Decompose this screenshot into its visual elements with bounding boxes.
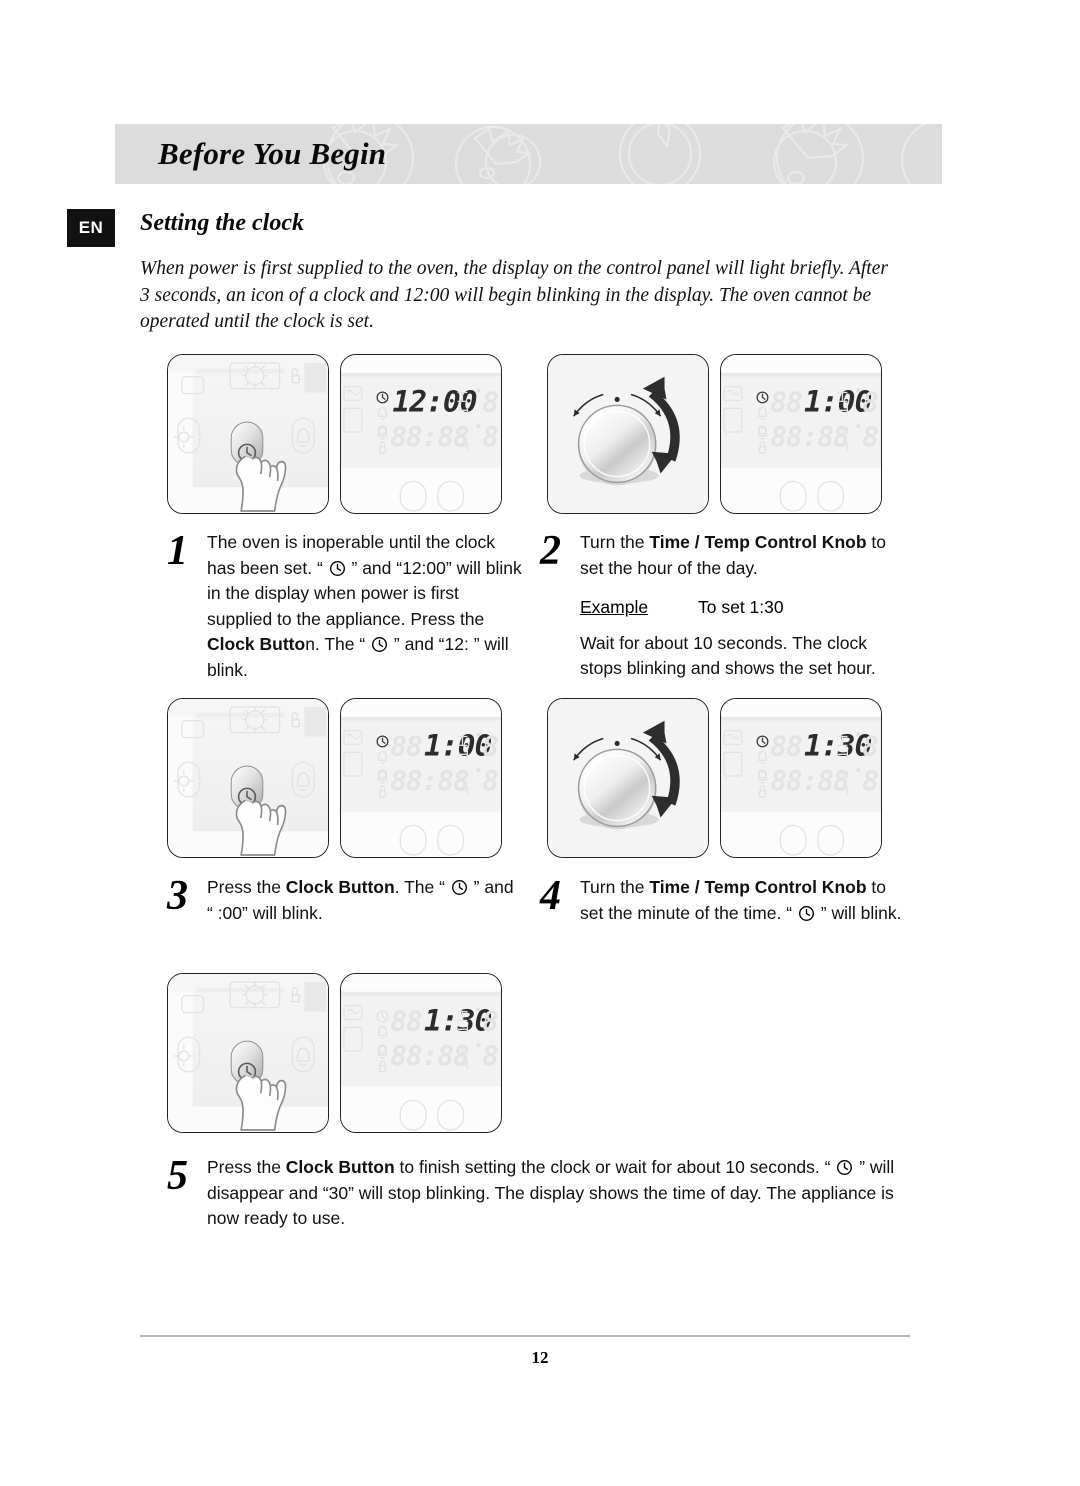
clock-icon	[837, 1160, 853, 1175]
step-4-number: 4	[540, 873, 561, 919]
svg-text:8: 8	[482, 729, 499, 762]
clock-icon	[798, 905, 814, 921]
step-1: 1 The oven is inoperable until the clock…	[167, 530, 522, 683]
svg-text:88:88: 88:88	[390, 764, 469, 797]
illustration-panel-display-4: 88 1:30 88:88 8 8	[720, 698, 882, 858]
svg-text:88: 88	[390, 729, 422, 762]
svg-text:8: 8	[482, 764, 499, 797]
step-3-text: Press the Clock Button. The “ ” and “ :0…	[207, 877, 514, 923]
footer-divider	[140, 1335, 910, 1337]
svg-text:8: 8	[482, 385, 499, 418]
illustration-panel-display-2: 88 1:00 88:88 8 8	[720, 354, 882, 514]
svg-text:8: 8	[862, 764, 879, 797]
clock-icon	[372, 637, 388, 652]
section-title: Setting the clock	[140, 210, 304, 236]
step-2-number: 2	[540, 528, 561, 574]
svg-text:8: 8	[862, 729, 879, 762]
example-value: To set 1:30	[698, 597, 784, 617]
step-3-number: 3	[167, 873, 188, 919]
step-4-text: Turn the Time / Temp Control Knob to set…	[580, 877, 902, 923]
svg-text:8: 8	[862, 420, 879, 453]
svg-text:88:88: 88:88	[770, 420, 849, 453]
language-badge: EN	[67, 209, 115, 247]
page-title: Before You Begin	[158, 136, 387, 171]
svg-text:88:88: 88:88	[390, 420, 469, 453]
step-4: 4 Turn the Time / Temp Control Knob to s…	[540, 875, 908, 926]
illustration-panel-knob-1	[547, 354, 709, 514]
svg-text:88: 88	[770, 729, 802, 762]
svg-text:8: 8	[862, 385, 879, 418]
svg-text:88: 88	[390, 1004, 422, 1037]
svg-text:88: 88	[770, 385, 802, 418]
illustration-panel-display-3: 88 1:00 88:88 8 8	[340, 698, 502, 858]
illustration-panel-display-1: 12:00 88:88 8 8	[340, 354, 502, 514]
illustration-panel-display-5: 88 1:30 88:88 8 8	[340, 973, 502, 1133]
step-5: 5 Press the Clock Button to finish setti…	[167, 1155, 912, 1232]
step-2-text: Turn the Time / Temp Control Knob to set…	[580, 532, 886, 578]
svg-text:8: 8	[482, 420, 499, 453]
svg-text:8: 8	[482, 1039, 499, 1072]
svg-text:8: 8	[482, 1004, 499, 1037]
illustration-panel-press-2	[167, 698, 329, 858]
step-1-number: 1	[167, 528, 188, 574]
step-2-note: Wait for about 10 seconds. The clock sto…	[580, 632, 876, 679]
step-2-example-row: Example To set 1:30	[580, 595, 910, 621]
step-3: 3 Press the Clock Button. The “ ” and “ …	[167, 875, 522, 926]
intro-paragraph: When power is first supplied to the oven…	[140, 258, 888, 332]
step-5-number: 5	[167, 1153, 188, 1199]
example-label: Example	[580, 597, 649, 617]
svg-text:88:88: 88:88	[390, 1039, 469, 1072]
page-number: 12	[531, 1348, 549, 1367]
illustration-panel-knob-2	[547, 698, 709, 858]
step-1-text: The oven is inoperable until the clock h…	[207, 532, 522, 680]
step-2: 2 Turn the Time / Temp Control Knob to s…	[540, 530, 910, 682]
illustration-panel-press-1	[167, 354, 329, 514]
illustration-panel-press-3	[167, 973, 329, 1133]
clock-icon	[329, 560, 345, 576]
svg-text:88:88: 88:88	[770, 764, 849, 797]
step-5-text: Press the Clock Button to finish setting…	[207, 1157, 895, 1228]
clock-icon	[451, 880, 467, 895]
